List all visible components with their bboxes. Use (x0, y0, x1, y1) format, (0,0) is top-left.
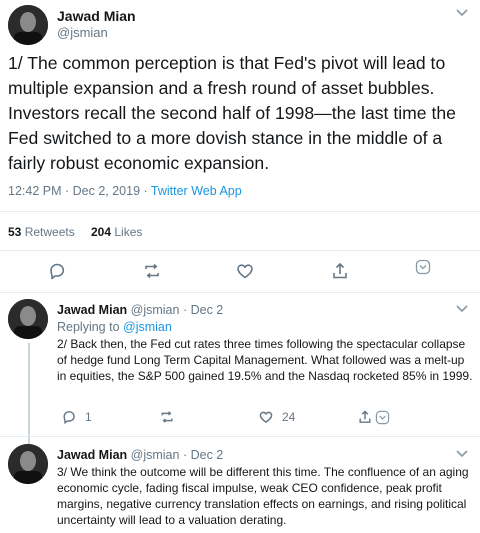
divider (0, 436, 480, 437)
analytics-button[interactable] (415, 259, 431, 275)
reply-button[interactable] (47, 261, 67, 281)
tweet-text: 1/ The common perception is that Fed's p… (8, 53, 456, 173)
divider (0, 250, 480, 251)
like-count: 24 (282, 410, 296, 424)
tweet-timestamp: 12:42 PM · Dec 2, 2019 · Twitter Web App (8, 184, 242, 198)
share-button[interactable] (330, 261, 350, 281)
reply-button[interactable]: 1 (61, 409, 92, 425)
author-handle[interactable]: @jsmian (131, 303, 180, 317)
replying-prefix: Replying to (57, 320, 124, 334)
divider (0, 211, 480, 212)
retweet-button[interactable] (159, 409, 175, 425)
retweets-label: Retweets (24, 225, 75, 239)
share-button[interactable] (357, 409, 390, 425)
heart-icon (235, 261, 255, 281)
caret-circle-icon (375, 410, 390, 425)
avatar[interactable] (8, 444, 48, 484)
reply-icon (47, 261, 67, 281)
caret-down-icon[interactable] (456, 450, 468, 458)
reply-date[interactable]: · Dec 2 (183, 448, 223, 462)
reply-icon (61, 409, 77, 425)
replying-to: Replying to @jsmian (57, 320, 172, 334)
reply-text: 2/ Back then, the Fed cut rates three ti… (57, 337, 473, 383)
avatar[interactable] (8, 299, 48, 339)
tweet-source[interactable]: Twitter Web App (151, 184, 242, 198)
likes-stat[interactable]: 204 Likes (91, 225, 142, 239)
thread-line (28, 343, 30, 454)
retweets-count: 53 (8, 225, 22, 239)
caret-down-icon[interactable] (456, 9, 468, 17)
author-name[interactable]: Jawad Mian (57, 8, 136, 24)
reply-header: Jawad Mian @jsmian · Dec 2 (57, 303, 223, 317)
share-icon (357, 409, 373, 425)
author-handle[interactable]: @jsmian (131, 448, 180, 462)
author-handle[interactable]: @jsmian (57, 25, 108, 40)
caret-circle-icon (415, 259, 431, 275)
divider (0, 292, 480, 293)
retweet-icon (142, 261, 162, 281)
likes-count: 204 (91, 225, 112, 239)
author-name[interactable]: Jawad Mian (57, 448, 127, 462)
like-button[interactable] (235, 261, 255, 281)
reply-date[interactable]: · Dec 2 (183, 303, 223, 317)
avatar[interactable] (8, 5, 48, 45)
likes-label: Likes (114, 225, 143, 239)
share-icon (330, 261, 350, 281)
heart-icon (258, 409, 274, 425)
author-name[interactable]: Jawad Mian (57, 303, 127, 317)
retweets-stat[interactable]: 53 Retweets (8, 225, 75, 239)
reply-count: 1 (85, 410, 92, 424)
like-button[interactable]: 24 (258, 409, 295, 425)
replying-handle[interactable]: @jsmian (123, 320, 172, 334)
retweet-icon (159, 409, 175, 425)
tweet-time[interactable]: 12:42 PM · Dec 2, 2019 · (8, 184, 151, 198)
caret-down-icon[interactable] (456, 305, 468, 313)
retweet-button[interactable] (142, 261, 162, 281)
reply-header: Jawad Mian @jsmian · Dec 2 (57, 448, 223, 462)
reply-text: 3/ We think the outcome will be differen… (57, 465, 469, 527)
